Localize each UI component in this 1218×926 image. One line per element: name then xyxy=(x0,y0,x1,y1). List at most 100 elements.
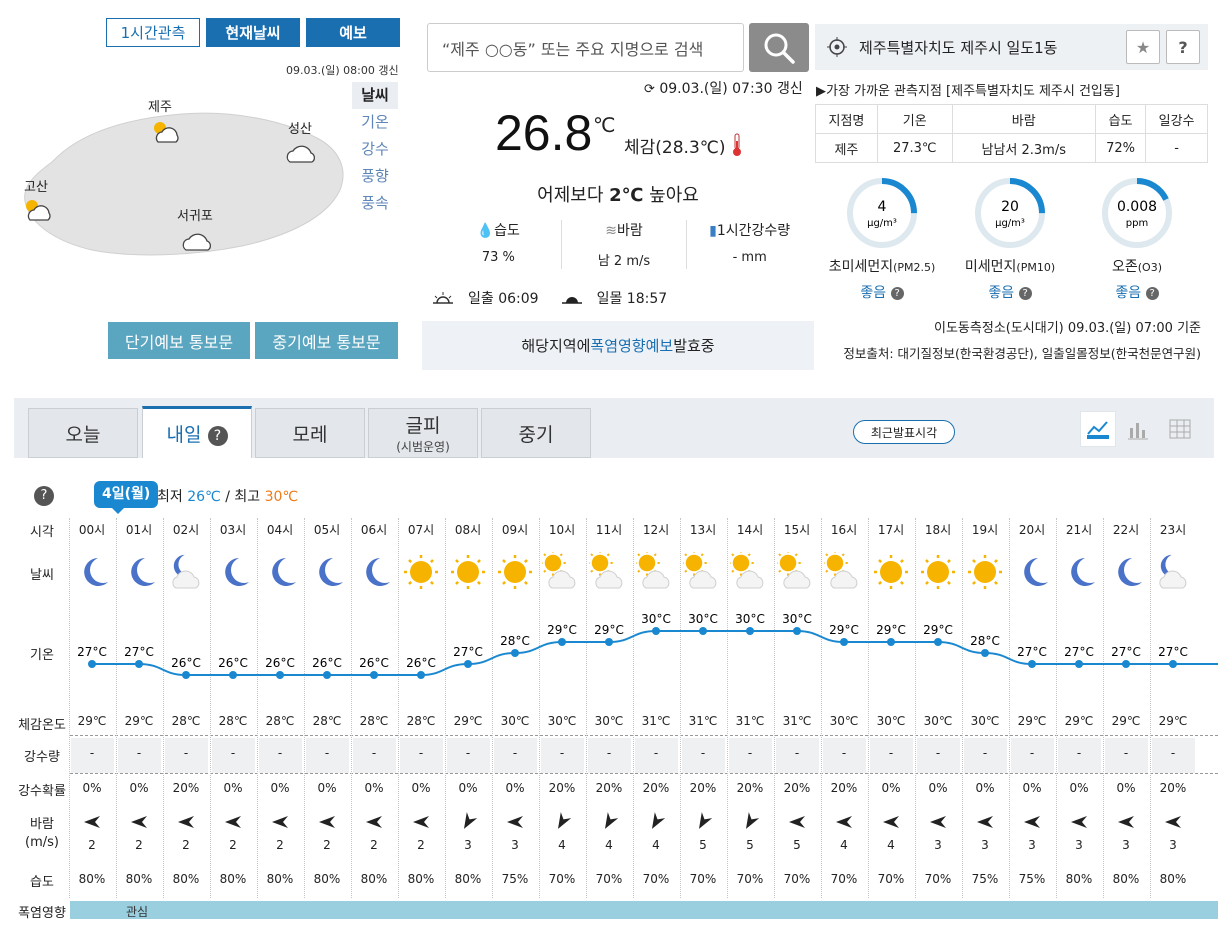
day-pill: 4일(월) xyxy=(94,481,159,514)
help-icon[interactable]: ? xyxy=(34,486,54,506)
humidity-cell: 70% xyxy=(689,872,717,886)
feels-like-cell: 30℃ xyxy=(594,714,624,728)
tab-current-weather[interactable]: 현재날씨 xyxy=(206,18,300,47)
temp-label: 27°C xyxy=(124,645,154,659)
wind-arrow-icon xyxy=(492,814,538,833)
table-cell: 제주 xyxy=(815,133,878,163)
temp-label: 28°C xyxy=(970,634,1000,648)
map-layer-temp[interactable]: 기온 xyxy=(352,109,398,136)
gps-target-icon[interactable] xyxy=(827,37,847,57)
wind-arrow-icon xyxy=(116,814,162,833)
cloud-icon xyxy=(182,233,212,251)
rain-prob-cell: 20% xyxy=(548,781,576,795)
help-button[interactable]: ? xyxy=(1166,30,1200,64)
tab-forecast[interactable]: 예보 xyxy=(306,18,400,47)
row-label-wind: 바람 (m/s) xyxy=(14,816,70,852)
rain-label: 1시간강수량 xyxy=(716,223,791,239)
rain-cell: - xyxy=(1123,746,1129,760)
wind-arrow-icon xyxy=(1056,814,1102,833)
search-input[interactable]: “제주 ○○동” 또는 주요 지명으로 검색 xyxy=(427,23,744,72)
view-bar-button[interactable] xyxy=(1120,411,1156,447)
humidity-cell: 80% xyxy=(78,872,106,886)
heat-warning-notice[interactable]: 해당지역에 폭염영향예보 발효중 xyxy=(422,321,814,370)
view-graph-button[interactable] xyxy=(1080,411,1116,447)
wind-arrow-icon xyxy=(398,814,444,833)
gauge-ozone: 0.008 ppm 오존(O3) 좋음 ? xyxy=(1077,176,1197,302)
humidity-cell: 70% xyxy=(548,872,576,886)
map-layer-wind-dir[interactable]: 풍향 xyxy=(352,163,398,190)
hour-label: 00시 xyxy=(78,523,106,537)
wind-arrow-icon xyxy=(539,812,585,833)
humidity-cell: 80% xyxy=(1065,872,1093,886)
feels-like-cell: 29℃ xyxy=(1158,714,1188,728)
rain-prob-cell: 20% xyxy=(689,781,717,795)
rain-cell: - xyxy=(653,746,659,760)
tab-mid-term[interactable]: 중기 xyxy=(481,408,591,458)
help-icon[interactable]: ? xyxy=(1018,286,1032,300)
map-layer-wind-speed[interactable]: 풍속 xyxy=(352,190,398,217)
short-term-bulletin-button[interactable]: 단기예보 통보문 xyxy=(108,322,250,359)
wind-unit-label: (m/s) xyxy=(25,835,59,850)
humidity-cell: 80% xyxy=(407,872,435,886)
wind-arrow-icon xyxy=(304,814,350,833)
gauge-value: 0.008 xyxy=(1117,199,1157,215)
sun-cloud-icon xyxy=(586,550,632,595)
sunrise-label: 일출 xyxy=(468,291,494,307)
gauge-label: 오존 xyxy=(1111,259,1138,275)
sunrise-time: 06:09 xyxy=(498,291,539,307)
row-label-humidity: 습도 xyxy=(30,875,54,890)
wind-arrow-icon xyxy=(633,812,679,833)
heat-notice-link[interactable]: 폭염영향예보 xyxy=(590,335,673,356)
feels-like-cell: 28℃ xyxy=(359,714,389,728)
search-button[interactable] xyxy=(749,23,809,72)
gauge-unit: ppm xyxy=(1126,218,1148,229)
wind-speed-cell: 5 xyxy=(699,838,707,852)
moon-icon xyxy=(1056,552,1102,595)
temp-point xyxy=(464,660,472,668)
temp-label: 27°C xyxy=(1017,645,1047,659)
view-table-button[interactable] xyxy=(1162,411,1198,447)
wind-speed-cell: 4 xyxy=(605,838,613,852)
mid-term-bulletin-button[interactable]: 중기예보 통보문 xyxy=(255,322,398,359)
tab-hourly-observation[interactable]: 1시간관측 xyxy=(106,18,200,47)
temp-point xyxy=(934,638,942,646)
hour-label: 15시 xyxy=(783,523,811,537)
rain-prob-cell: 0% xyxy=(928,781,948,795)
help-icon[interactable]: ? xyxy=(890,286,904,300)
wind-arrow-icon xyxy=(351,814,397,833)
temp-label: 29°C xyxy=(547,623,577,637)
feels-like-cell: 30℃ xyxy=(547,714,577,728)
rain-cell: - xyxy=(747,746,753,760)
gauge-ring: 0.008 ppm xyxy=(1102,178,1172,248)
feels-like-cell: 31℃ xyxy=(735,714,765,728)
sunset-time: 18:57 xyxy=(626,291,668,307)
temp-point xyxy=(1169,660,1177,668)
tab-three-days[interactable]: 글피 (시범운영) xyxy=(368,408,478,458)
tab-day-after[interactable]: 모레 xyxy=(255,408,365,458)
recent-issue-button[interactable]: 최근발표시각 xyxy=(853,420,955,444)
wind-label: 바람 xyxy=(30,817,54,832)
temp-point xyxy=(793,627,801,635)
temp-point xyxy=(1122,660,1130,668)
sun-cloud-icon xyxy=(154,122,179,143)
refresh-icon[interactable]: ⟳ xyxy=(644,82,655,97)
temp-label: 26°C xyxy=(359,656,389,670)
map-layer-rain[interactable]: 강수 xyxy=(352,136,398,163)
favorite-star-button[interactable]: ★ xyxy=(1126,30,1160,64)
gauge-unit: μg/m³ xyxy=(995,218,1025,229)
map-layer-list: 날씨 기온 강수 풍향 풍속 xyxy=(352,82,398,217)
help-icon[interactable]: ? xyxy=(1145,286,1159,300)
hour-label: 18시 xyxy=(924,523,952,537)
wind-speed-cell: 2 xyxy=(323,838,331,852)
tab-today[interactable]: 오늘 xyxy=(28,408,138,458)
wind-speed-cell: 4 xyxy=(652,838,660,852)
min-label: 최저 xyxy=(157,489,183,505)
cloud-icon xyxy=(286,145,316,163)
map-layer-weather[interactable]: 날씨 xyxy=(352,82,398,109)
temp-label: 27°C xyxy=(453,645,483,659)
tab-tomorrow[interactable]: 내일 ? xyxy=(142,406,252,458)
search-icon xyxy=(764,33,795,64)
help-icon[interactable]: ? xyxy=(207,425,228,446)
rain-prob-cell: 0% xyxy=(223,781,243,795)
humidity-cell: 75% xyxy=(971,872,999,886)
